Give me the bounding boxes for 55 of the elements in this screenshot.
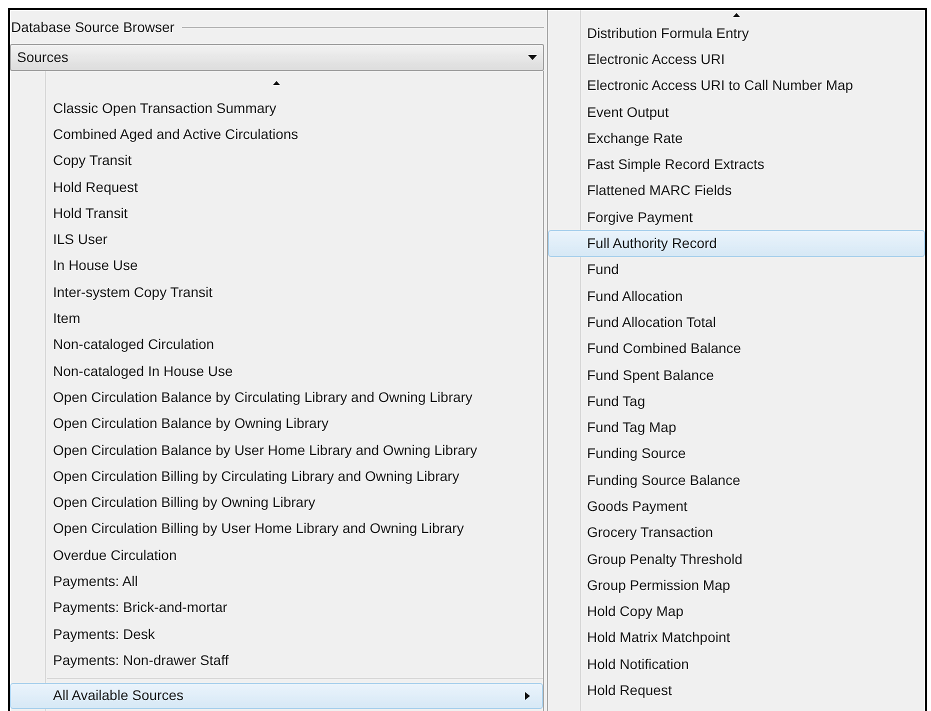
submenu-arrow-icon — [525, 692, 530, 700]
menu-item[interactable]: Fund Spent Balance — [548, 362, 925, 388]
menu-item[interactable]: Full Authority Record — [548, 230, 925, 257]
menu-item[interactable]: Open Circulation Billing by Circulating Library and Owning Library — [10, 463, 543, 490]
menu-item[interactable]: Item — [10, 305, 543, 332]
menu-item[interactable]: Fund Combined Balance — [548, 336, 925, 362]
panel-title: Database Source Browser — [11, 18, 174, 36]
menu-item[interactable]: Payments: All — [10, 568, 543, 595]
menu-item[interactable]: Electronic Access URI to Call Number Map — [548, 72, 925, 99]
menu-item[interactable]: Fund Allocation Total — [548, 309, 925, 336]
menu-item[interactable]: Fund Allocation — [548, 282, 925, 310]
menu-item[interactable]: Overdue Circulation — [10, 542, 543, 568]
menu-item[interactable]: Funding Source — [548, 440, 925, 468]
menu-item[interactable]: Payments: Non-drawer Staff — [10, 647, 543, 674]
menu-item[interactable]: Event Output — [548, 98, 925, 126]
scroll-up-arrow-icon[interactable] — [273, 81, 280, 85]
menu-item[interactable]: Open Circulation Billing by User Home Library and Owning Library — [10, 516, 543, 542]
menu-item[interactable]: Exchange Rate — [548, 125, 925, 152]
menu-item[interactable]: Goods Payment — [548, 493, 925, 520]
menu-item[interactable]: Open Circulation Balance by Circulating Library and Owning Library — [10, 384, 543, 411]
menu-item[interactable]: Classic Open Transaction Summary — [10, 95, 543, 122]
menu-item[interactable]: Electronic Access URI — [548, 46, 925, 73]
scroll-up-arrow-icon[interactable] — [733, 13, 740, 17]
menu-item[interactable]: Hold Matrix Matchpoint — [548, 624, 925, 652]
menu-item[interactable]: Hold Transit — [10, 200, 543, 226]
menu-item[interactable]: Group Permission Map — [548, 572, 925, 599]
menu-item[interactable]: ILS User — [10, 226, 543, 253]
menu-item[interactable]: Funding Source Balance — [548, 467, 925, 494]
menu-item[interactable]: Hold Request — [10, 174, 543, 200]
menu-item[interactable]: Flattened MARC Fields — [548, 178, 925, 204]
dropdown-arrow-icon — [528, 55, 537, 60]
menu-item[interactable]: Fund — [548, 256, 925, 283]
menu-item[interactable]: Hold Notification — [548, 651, 925, 678]
menu-item[interactable]: Fund Tag Map — [548, 414, 925, 441]
menu-item[interactable]: Fund Tag — [548, 388, 925, 414]
menu-item[interactable]: Open Circulation Billing by Owning Library — [10, 489, 543, 516]
submenu-item[interactable]: All Available Sources — [10, 682, 543, 709]
menu-item[interactable]: Non-cataloged Circulation — [10, 332, 543, 358]
menu-item[interactable]: Non-cataloged In House Use — [10, 358, 543, 384]
menu-item[interactable]: Inter-system Copy Transit — [10, 279, 543, 306]
menu-item[interactable]: Forgive Payment — [548, 204, 925, 230]
menu-item[interactable]: Open Circulation Balance by User Home Library and Owning Library — [10, 436, 543, 464]
menu-item[interactable]: Fast Simple Record Extracts — [548, 151, 925, 178]
menu-item[interactable]: Payments: Brick-and-mortar — [10, 594, 543, 621]
menu-item[interactable]: Copy Transit — [10, 148, 543, 174]
menu-item[interactable]: Payments: Desk — [10, 620, 543, 648]
menu-item[interactable]: Group Penalty Threshold — [548, 546, 925, 572]
menu-item[interactable]: Combined Aged and Active Circulations — [10, 121, 543, 148]
menu-item[interactable]: Distribution Formula Entry — [548, 20, 925, 46]
sources-dropdown[interactable]: Sources — [10, 44, 544, 71]
menu-item[interactable]: Hold Copy Map — [548, 598, 925, 625]
menu-item[interactable]: Grocery Transaction — [548, 520, 925, 546]
menu-item[interactable]: Open Circulation Balance by Owning Library — [10, 410, 543, 437]
menu-item[interactable]: In House Use — [10, 252, 543, 280]
menu-item[interactable]: Hold Request — [548, 677, 925, 704]
